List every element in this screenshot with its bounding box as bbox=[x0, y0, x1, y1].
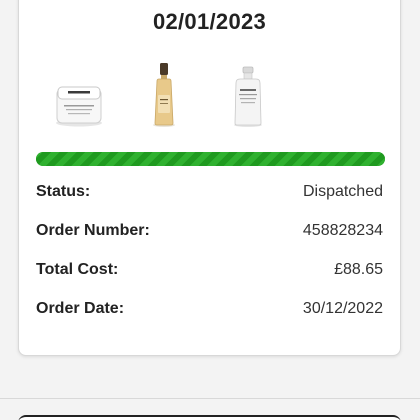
status-value: Dispatched bbox=[302, 182, 383, 200]
oil-bottle-icon bbox=[153, 63, 175, 127]
total-cost-row: Total Cost: £88.65 bbox=[36, 250, 383, 289]
next-order-card[interactable] bbox=[18, 415, 401, 420]
order-card-date: 02/01/2023 bbox=[152, 9, 267, 34]
order-date-label: Order Date: bbox=[36, 299, 125, 317]
order-date-value: 30/12/2022 bbox=[302, 299, 383, 317]
cream-jar-icon bbox=[56, 86, 102, 127]
total-cost-value: £88.65 bbox=[334, 260, 383, 278]
spray-bottle-icon bbox=[234, 66, 262, 127]
order-number-row: Order Number: 458828234 bbox=[36, 211, 383, 250]
page: 02/01/2023 Status: Dispatched Order Numb… bbox=[0, 0, 420, 420]
order-number-label: Order Number: bbox=[36, 221, 150, 239]
product-thumbnails bbox=[49, 57, 299, 127]
order-progress-fill bbox=[36, 152, 385, 166]
order-card[interactable]: 02/01/2023 Status: Dispatched Order Numb… bbox=[18, 0, 401, 356]
order-details: Status: Dispatched Order Number: 4588282… bbox=[36, 172, 383, 328]
order-progress-bar bbox=[36, 152, 385, 166]
status-row: Status: Dispatched bbox=[36, 172, 383, 211]
section-divider bbox=[0, 398, 420, 399]
order-number-value: 458828234 bbox=[302, 221, 383, 239]
status-label: Status: bbox=[36, 182, 91, 200]
order-date-row: Order Date: 30/12/2022 bbox=[36, 289, 383, 328]
total-cost-label: Total Cost: bbox=[36, 260, 119, 278]
